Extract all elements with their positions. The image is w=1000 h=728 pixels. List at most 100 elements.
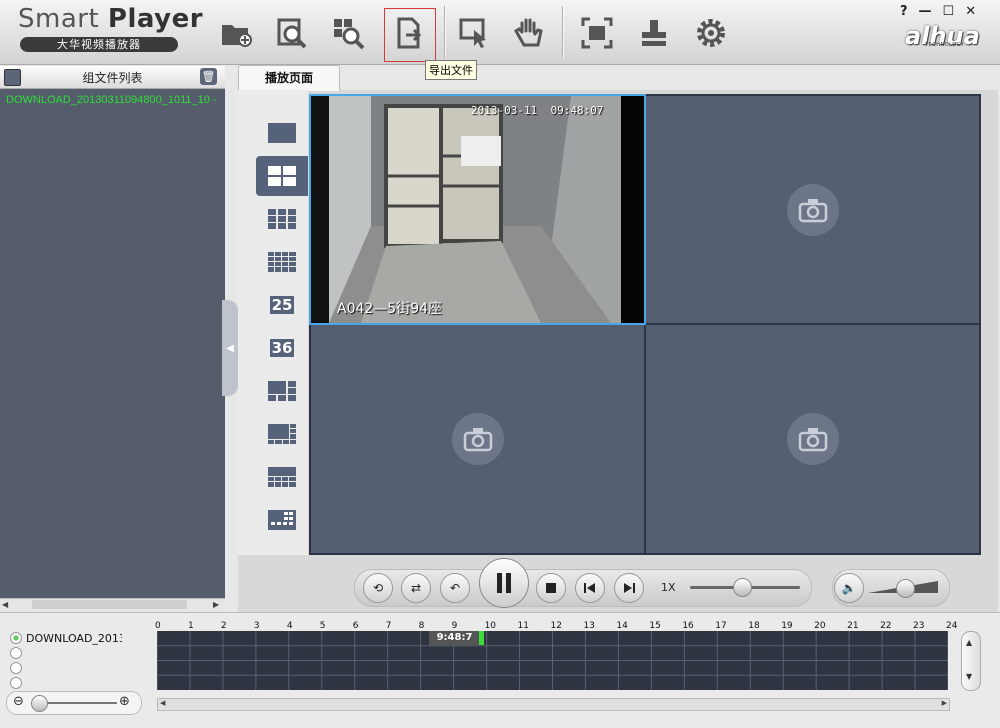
back-button[interactable]: ↶ bbox=[440, 573, 470, 603]
select-all-checkbox[interactable] bbox=[4, 69, 21, 86]
timeline-scrollbar[interactable]: ◀ ▶ bbox=[157, 698, 950, 711]
scroll-down-icon[interactable]: ▼ bbox=[966, 672, 972, 681]
channel-radio-3[interactable] bbox=[10, 662, 22, 674]
timeline-tick-label: 13 bbox=[583, 621, 595, 631]
fullscreen-icon bbox=[581, 17, 613, 49]
layout-16-button[interactable] bbox=[256, 242, 308, 282]
channel-scroll[interactable]: ▲ ▼ bbox=[961, 631, 981, 691]
zoom-slider-handle[interactable] bbox=[31, 695, 48, 712]
stop-button[interactable] bbox=[536, 573, 566, 603]
pause-button[interactable] bbox=[479, 558, 529, 608]
layout-36-button[interactable]: 36 bbox=[256, 328, 308, 368]
maximize-button[interactable]: ☐ bbox=[943, 4, 955, 19]
layout-25-button[interactable]: 25 bbox=[256, 285, 308, 325]
chevron-left-icon: ◀ bbox=[226, 342, 234, 354]
trash-icon[interactable]: 🗑 bbox=[200, 68, 217, 85]
zoom-in-icon[interactable]: ⊕ bbox=[119, 694, 130, 709]
hand-pan-button[interactable] bbox=[505, 8, 555, 58]
open-folder-icon bbox=[222, 25, 252, 47]
app-subtitle: 大华视频播放器 bbox=[20, 37, 178, 52]
layout-36-icon: 36 bbox=[269, 339, 295, 357]
export-file-button[interactable] bbox=[384, 8, 434, 58]
pause-icon bbox=[497, 573, 511, 593]
step-forward-button[interactable] bbox=[614, 573, 644, 603]
channel-radio-1[interactable] bbox=[10, 632, 22, 644]
camera-icon bbox=[786, 183, 839, 236]
mute-button[interactable]: 🔈 bbox=[834, 573, 864, 603]
toolbar-divider bbox=[562, 6, 563, 58]
help-button[interactable]: ? bbox=[900, 4, 908, 19]
video-window-4[interactable] bbox=[646, 325, 979, 553]
step-forward-icon bbox=[624, 583, 635, 593]
scroll-right-icon[interactable]: ▶ bbox=[942, 699, 947, 707]
file-list-item[interactable]: DOWNLOAD_20130311094800_1011_10 - bbox=[6, 94, 217, 106]
layout-16-icon bbox=[268, 252, 296, 272]
playhead-marker[interactable] bbox=[479, 631, 484, 645]
timeline-tick-label: 21 bbox=[847, 621, 859, 631]
layout-9-icon bbox=[268, 209, 296, 229]
shuffle-button[interactable]: ⇄ bbox=[401, 573, 431, 603]
video-window-1[interactable]: 2013-03-11 09:48:07 A042—5街94座 bbox=[309, 94, 646, 325]
gear-icon bbox=[697, 19, 725, 47]
scroll-right-icon[interactable]: ▶ bbox=[213, 600, 219, 609]
timeline-tick-label: 7 bbox=[385, 621, 392, 631]
step-back-button[interactable] bbox=[575, 573, 605, 603]
layout-4-button[interactable] bbox=[256, 156, 308, 196]
minimize-button[interactable]: — bbox=[919, 4, 932, 19]
step-back-icon bbox=[584, 583, 595, 593]
toolbar-divider bbox=[444, 6, 445, 58]
layout-custom-a-button[interactable] bbox=[256, 371, 308, 411]
timeline-tick-label: 15 bbox=[649, 621, 661, 631]
file-list-scrollbar[interactable]: ◀ ▶ bbox=[0, 598, 225, 612]
search-file-icon bbox=[277, 18, 307, 49]
layout-1-button[interactable] bbox=[256, 113, 308, 153]
timeline-tick-label: 0 bbox=[155, 621, 161, 631]
open-folder-button[interactable] bbox=[211, 8, 261, 58]
layout-custom-b-button[interactable] bbox=[256, 414, 308, 454]
timeline-tick-label: 17 bbox=[715, 621, 727, 631]
export-file-icon bbox=[397, 17, 422, 49]
close-button[interactable]: ✕ bbox=[965, 4, 976, 19]
smart-search-button[interactable] bbox=[323, 8, 373, 58]
scroll-left-icon[interactable]: ◀ bbox=[2, 600, 8, 609]
timeline-tick-label: 22 bbox=[880, 621, 892, 631]
video-window-3[interactable] bbox=[311, 325, 644, 553]
search-file-button[interactable] bbox=[267, 8, 317, 58]
collapse-panel-button[interactable]: ◀ bbox=[222, 300, 238, 396]
channel-radio-4[interactable] bbox=[10, 677, 22, 689]
zoom-out-icon[interactable]: ⊖ bbox=[13, 694, 24, 709]
speed-slider-handle[interactable] bbox=[733, 578, 752, 597]
loop-button[interactable]: ⟲ bbox=[363, 573, 393, 603]
channel-radio-2[interactable] bbox=[10, 647, 22, 659]
video-window-2[interactable] bbox=[646, 96, 979, 323]
timeline-track[interactable] bbox=[157, 631, 948, 690]
camera-icon bbox=[786, 413, 839, 465]
scroll-thumb[interactable] bbox=[32, 600, 187, 609]
layout-custom-c-button[interactable] bbox=[256, 457, 308, 497]
hand-pan-icon bbox=[514, 18, 543, 47]
scroll-up-icon[interactable]: ▲ bbox=[966, 638, 972, 647]
settings-button[interactable] bbox=[686, 8, 736, 58]
layout-custom-d-button[interactable] bbox=[256, 500, 308, 540]
timeline-tick-label: 20 bbox=[814, 621, 826, 631]
app-title: Smart Player bbox=[18, 4, 204, 34]
shuffle-icon: ⇄ bbox=[410, 581, 422, 595]
timeline-tick-label: 11 bbox=[517, 621, 529, 631]
select-region-button[interactable] bbox=[449, 8, 499, 58]
scroll-left-icon[interactable]: ◀ bbox=[160, 699, 165, 707]
smart-search-icon bbox=[334, 19, 365, 50]
undo-arrow-icon: ↶ bbox=[449, 581, 461, 595]
layout-9-button[interactable] bbox=[256, 199, 308, 239]
brand-tagline: TECHNOLOGY bbox=[925, 42, 965, 48]
timeline-tick-label: 5 bbox=[319, 621, 326, 631]
volume-slider-handle[interactable] bbox=[896, 579, 915, 598]
speaker-icon: 🔈 bbox=[841, 581, 857, 595]
timeline-tick-label: 24 bbox=[946, 621, 958, 631]
camera-icon bbox=[451, 413, 504, 465]
fullscreen-button[interactable] bbox=[572, 8, 622, 58]
tab-playback[interactable]: 播放页面 bbox=[238, 65, 340, 91]
layout-custom-d-icon bbox=[268, 510, 296, 530]
timeline-tick-label: 4 bbox=[286, 621, 293, 631]
timeline-tick-label: 9 bbox=[451, 621, 458, 631]
stamp-button[interactable] bbox=[629, 8, 679, 58]
